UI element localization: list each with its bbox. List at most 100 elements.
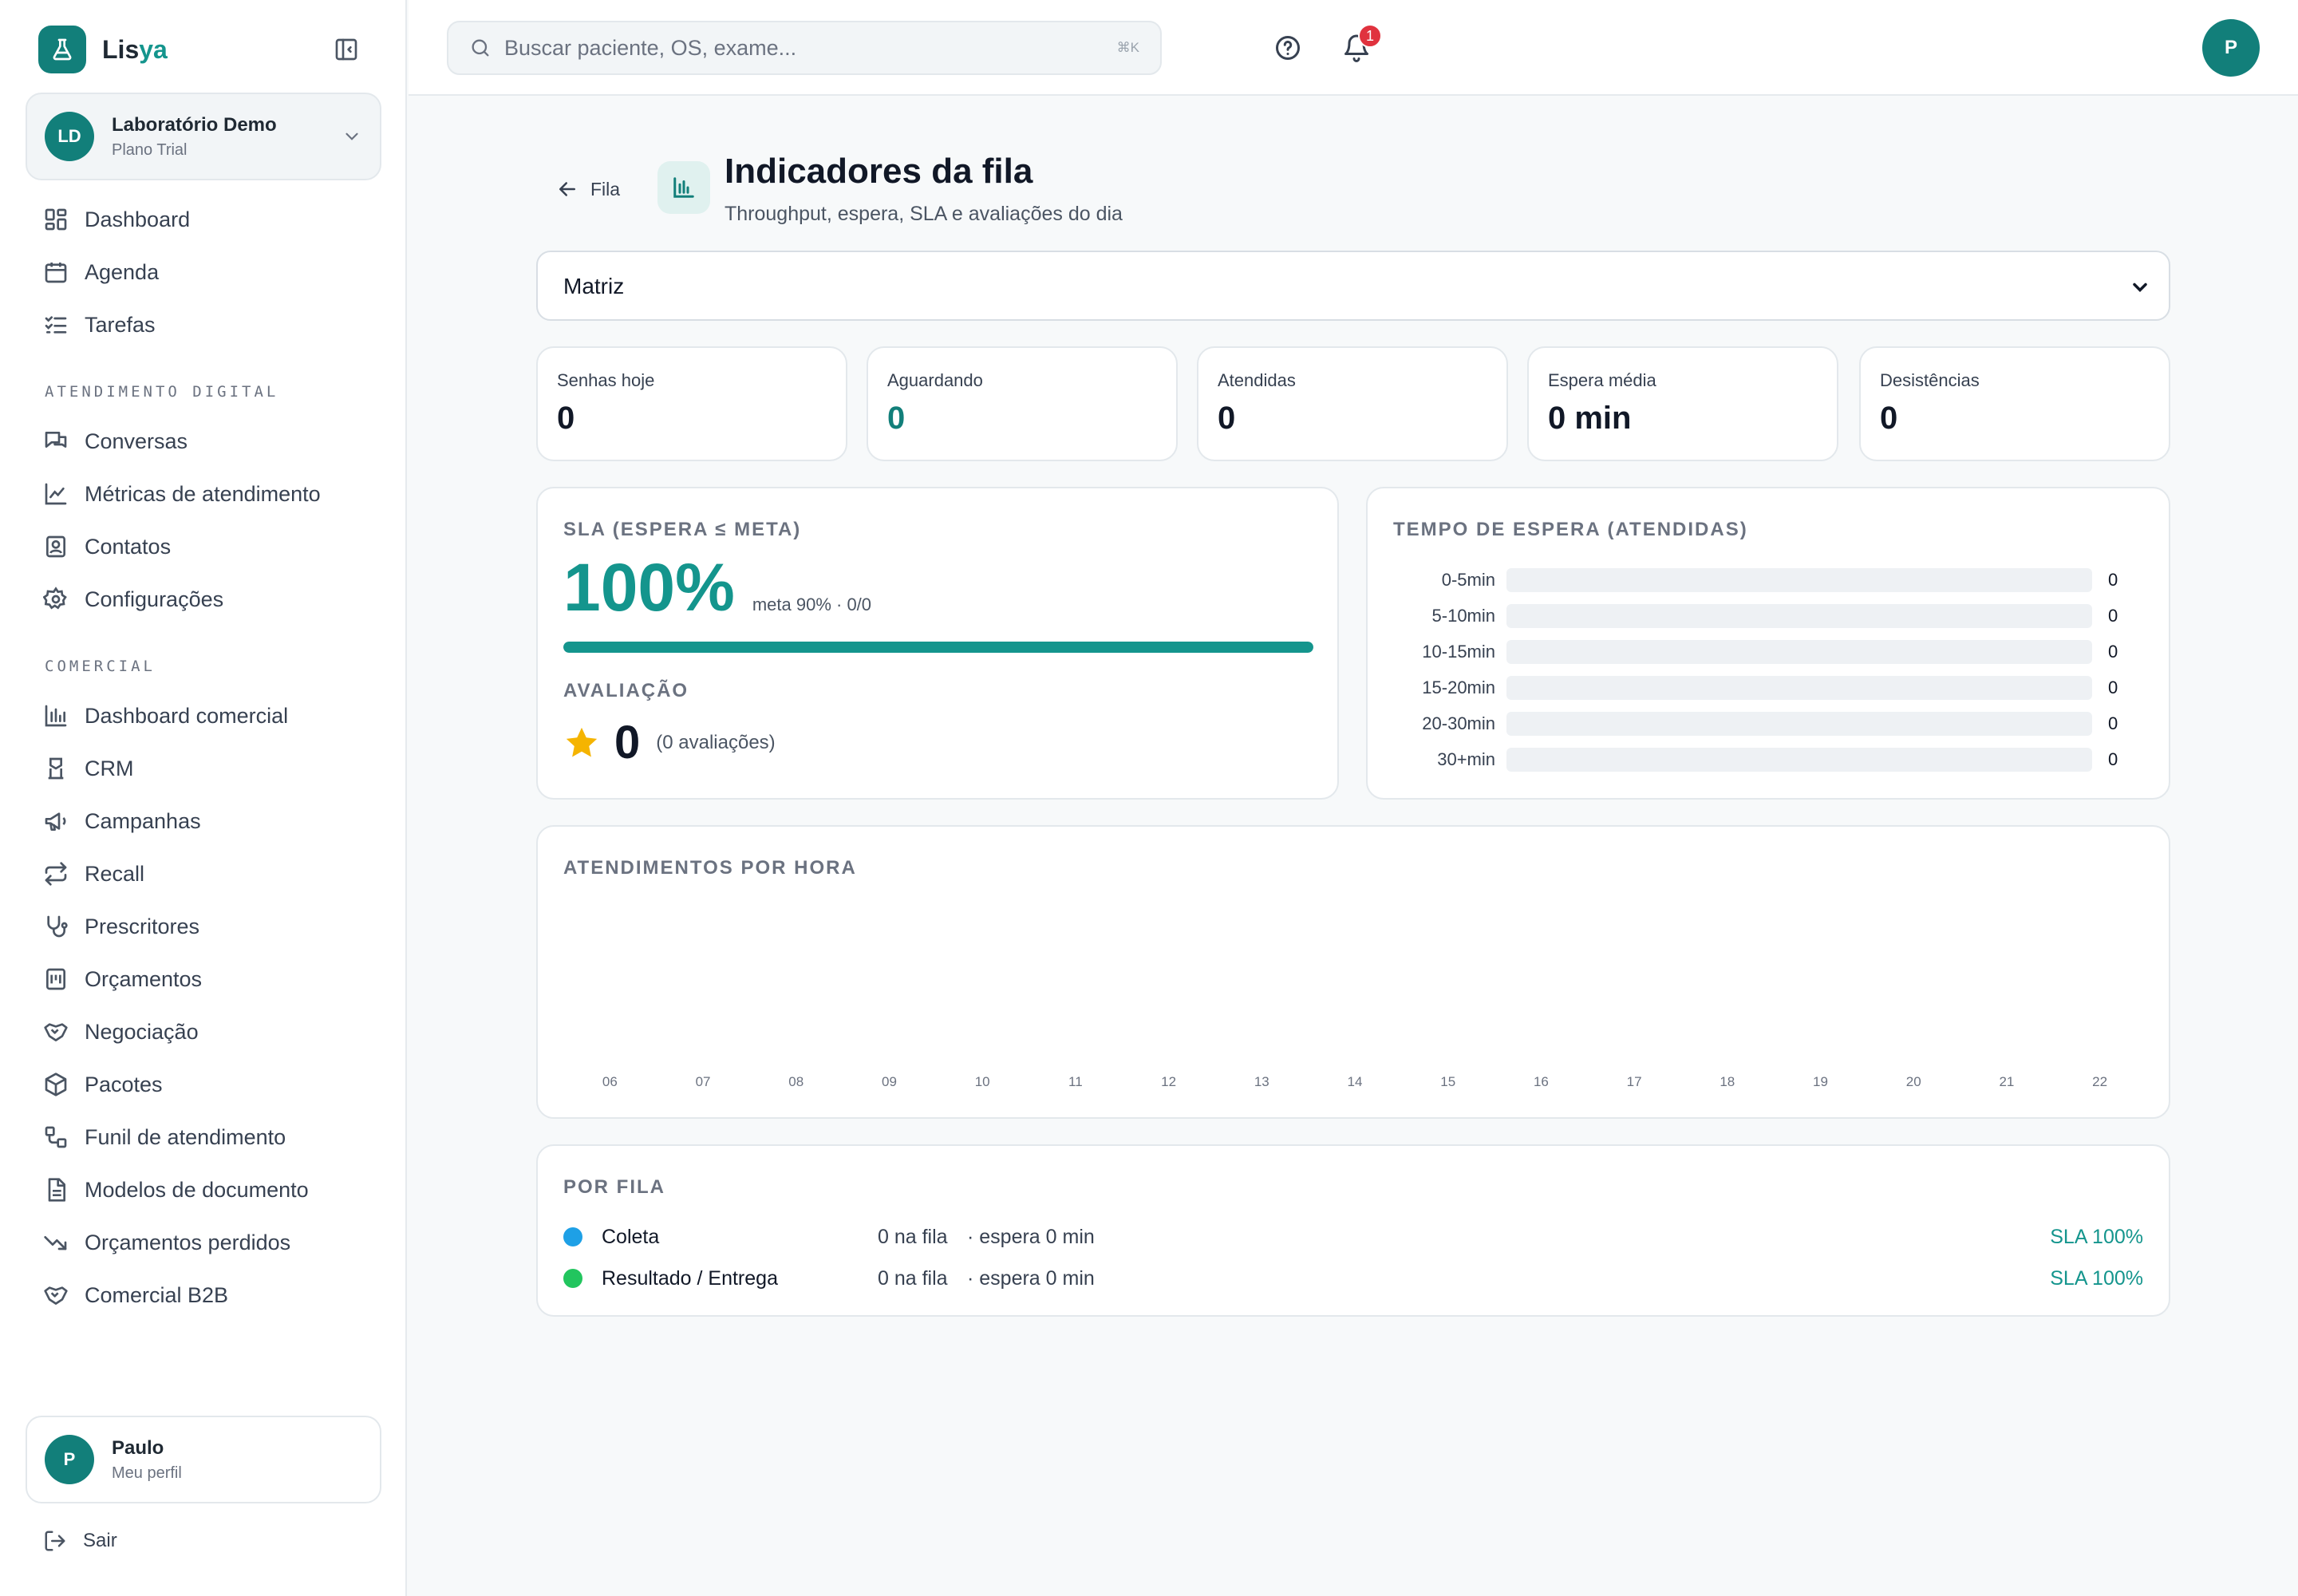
sidebar-item-tarefas[interactable]: Tarefas: [26, 298, 381, 351]
logout-label: Sair: [83, 1530, 117, 1551]
handshake-icon: [43, 1019, 69, 1045]
sidebar-item-recall[interactable]: Recall: [26, 847, 381, 900]
queue-row-resultado[interactable]: Resultado / Entrega 0 na fila · espera 0…: [563, 1258, 2143, 1299]
sidebar: Lisya LD Laboratório Demo Plano Trial Da…: [0, 0, 407, 1596]
chat-icon: [43, 429, 69, 454]
sidebar-item-label: Funil de atendimento: [85, 1124, 286, 1149]
kpi-label: Atendidas: [1218, 370, 1296, 390]
sidebar-item-campanhas[interactable]: Campanhas: [26, 795, 381, 847]
sidebar-item-conversas[interactable]: Conversas: [26, 415, 381, 468]
sidebar-item-dashboard-comercial[interactable]: Dashboard comercial: [26, 689, 381, 742]
hourly-chart-plot: [563, 907, 2146, 1082]
kpi-label: Senhas hoje: [557, 370, 655, 390]
wait-time-card: TEMPO DE ESPERA (ATENDIDAS) 0-5min 0 5-1…: [1366, 487, 2170, 800]
sidebar-item-label: Campanhas: [85, 808, 201, 833]
sidebar-collapse-icon[interactable]: [334, 37, 359, 62]
sidebar-item-metricas[interactable]: Métricas de atendimento: [26, 468, 381, 520]
sidebar-item-orcamentos-perdidos[interactable]: Orçamentos perdidos: [26, 1216, 381, 1269]
hourly-tick-label: 09: [882, 1074, 897, 1089]
hist-label: 10-15min: [1422, 641, 1495, 662]
sidebar-item-modelos[interactable]: Modelos de documento: [26, 1163, 381, 1216]
sidebar-item-label: CRM: [85, 756, 134, 780]
sidebar-item-comercial-b2b[interactable]: Comercial B2B: [26, 1269, 381, 1321]
help-icon[interactable]: [1273, 34, 1302, 62]
hourly-tick-label: 15: [1440, 1074, 1456, 1089]
sla-meta: meta 90% · 0/0: [752, 595, 872, 614]
queue-wait: · espera 0 min: [967, 1225, 1095, 1248]
dashboard-icon: [43, 207, 69, 232]
sla-title: SLA (ESPERA ≤ META): [563, 519, 802, 540]
nav-section-comercial: COMERCIAL: [45, 658, 156, 675]
bar-chart-icon: [657, 161, 710, 214]
sidebar-item-funil[interactable]: Funil de atendimento: [26, 1111, 381, 1163]
sidebar-item-label: Dashboard comercial: [85, 703, 289, 728]
hourly-tick-label: 14: [1347, 1074, 1363, 1089]
hourly-tick-label: 18: [1720, 1074, 1735, 1089]
hist-value: 0: [2108, 677, 2118, 697]
search-input[interactable]: [504, 35, 1117, 61]
hist-row: 5-10min 0: [1393, 598, 2143, 634]
kpi-value: 0: [887, 401, 906, 436]
search-icon: [469, 37, 492, 59]
hourly-tick-label: 12: [1161, 1074, 1177, 1089]
hist-track: [1506, 567, 2092, 592]
sidebar-item-agenda[interactable]: Agenda: [26, 246, 381, 298]
tasks-icon: [43, 312, 69, 338]
crm-icon: [43, 756, 69, 781]
sidebar-item-crm[interactable]: CRM: [26, 742, 381, 795]
hist-track: [1506, 639, 2092, 664]
kpi-label: Espera média: [1548, 370, 1656, 390]
kpi-value: 0 min: [1548, 401, 1632, 436]
sidebar-item-contatos[interactable]: Contatos: [26, 520, 381, 573]
hourly-tick-label: 22: [2092, 1074, 2108, 1089]
search-box[interactable]: ⌘K: [447, 21, 1162, 75]
hourly-tick-label: 11: [1068, 1074, 1083, 1089]
hourly-chart-svg: [563, 907, 2146, 1066]
sidebar-item-label: Agenda: [85, 259, 160, 284]
hist-row: 15-20min 0: [1393, 670, 2143, 705]
org-name: Laboratório Demo: [112, 113, 277, 136]
sidebar-item-negociacao[interactable]: Negociação: [26, 1005, 381, 1058]
sidebar-item-orcamentos[interactable]: Orçamentos: [26, 953, 381, 1005]
queue-wait: · espera 0 min: [967, 1266, 1095, 1290]
sidebar-item-label: Dashboard: [85, 207, 191, 231]
sidebar-item-label: Prescritores: [85, 914, 200, 938]
calendar-icon: [43, 259, 69, 285]
hist-row: 0-5min 0: [1393, 562, 2143, 598]
hourly-tick-label: 08: [788, 1074, 804, 1089]
stethoscope-icon: [43, 914, 69, 939]
funnel-icon: [43, 1124, 69, 1150]
hourly-tick-label: 10: [974, 1074, 990, 1089]
sidebar-item-pacotes[interactable]: Pacotes: [26, 1058, 381, 1111]
kpi-value: 0: [1880, 401, 1898, 436]
org-switcher[interactable]: LD Laboratório Demo Plano Trial: [26, 93, 381, 180]
org-avatar: LD: [45, 112, 94, 161]
kpi-espera-media: Espera média 0 min: [1527, 346, 1838, 461]
kpi-value: 0: [1218, 401, 1236, 436]
brand[interactable]: Lisya: [38, 26, 168, 73]
sidebar-item-dashboard[interactable]: Dashboard: [26, 193, 381, 246]
hist-label: 0-5min: [1441, 569, 1495, 590]
hist-value: 0: [2108, 749, 2118, 769]
profile-card[interactable]: P Paulo Meu perfil: [26, 1416, 381, 1503]
bar-chart-icon: [43, 703, 69, 729]
sidebar-item-prescritores[interactable]: Prescritores: [26, 900, 381, 953]
kpi-label: Desistências: [1880, 370, 1980, 390]
hist-value: 0: [2108, 569, 2118, 590]
queue-row-coleta[interactable]: Coleta 0 na fila · espera 0 min SLA 100%: [563, 1216, 2143, 1258]
location-select[interactable]: Matriz: [538, 252, 2169, 319]
user-avatar[interactable]: P: [2202, 19, 2260, 77]
sidebar-item-label: Negociação: [85, 1019, 199, 1044]
notification-badge: 1: [1358, 24, 1382, 48]
hourly-chart-card: ATENDIMENTOS POR HORA 06 07 08 09 10 11 12 13 14…: [536, 825, 2170, 1119]
arrow-left-icon: [555, 177, 579, 201]
hourly-chart-title: ATENDIMENTOS POR HORA: [563, 857, 857, 879]
logout-button[interactable]: Sair: [43, 1529, 117, 1553]
repeat-icon: [43, 861, 69, 887]
back-button[interactable]: Fila: [555, 177, 620, 201]
sidebar-item-configuracoes[interactable]: Configurações: [26, 573, 381, 626]
sidebar-item-label: Modelos de documento: [85, 1177, 309, 1202]
line-chart-icon: [43, 481, 69, 507]
sidebar-item-label: Conversas: [85, 429, 188, 453]
rating-value: 0: [614, 717, 641, 768]
